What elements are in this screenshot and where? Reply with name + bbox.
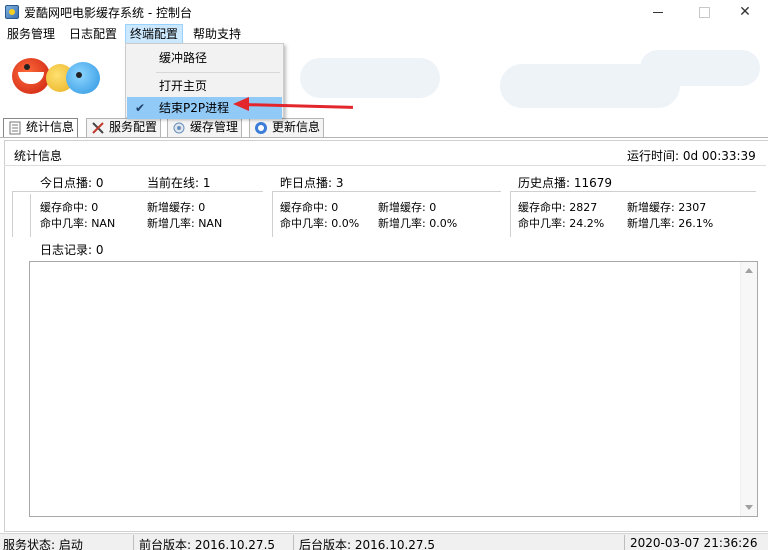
- log-scrollbar[interactable]: [740, 262, 757, 516]
- mascot-blue-icon: [66, 62, 100, 94]
- dropdown-separator: [156, 72, 280, 73]
- status-divider: [133, 535, 134, 550]
- online-count: 当前在线: 1: [147, 176, 211, 190]
- tab-update-info[interactable]: 更新信息: [249, 118, 325, 137]
- dropdown-item-open-homepage[interactable]: 打开主页: [127, 75, 282, 97]
- status-datetime: 2020-03-07 21:36:26: [630, 536, 758, 550]
- header-divider: [4, 165, 766, 166]
- today-new-cache: 新增缓存: 0: [147, 201, 206, 214]
- menu-help-support[interactable]: 帮助支持: [189, 24, 245, 44]
- today-new-rate: 新增几率: NAN: [147, 217, 223, 230]
- tab-label: 服务配置: [109, 120, 158, 134]
- banner: [0, 44, 768, 116]
- tools-icon: [92, 122, 104, 134]
- tab-divider: [0, 137, 768, 138]
- menu-bar: 服务管理 日志配置 终端配置 帮助支持: [0, 24, 768, 44]
- terminal-config-dropdown: 缓冲路径 打开主页 ✔ 结束P2P进程: [125, 43, 284, 119]
- menu-terminal-config[interactable]: 终端配置: [125, 24, 184, 44]
- yesterday-new-cache: 新增缓存: 0: [378, 201, 437, 214]
- app-icon: [5, 5, 19, 19]
- today-plays: 今日点播: 0: [40, 176, 104, 190]
- tab-label: 缓存管理: [190, 120, 239, 134]
- service-status: 服务状态: 启动: [3, 538, 83, 550]
- status-divider: [624, 535, 625, 550]
- status-divider: [293, 535, 294, 550]
- tab-service-config[interactable]: 服务配置: [86, 118, 162, 137]
- title-bar: 爱酷网吧电影缓存系统 - 控制台 ✕: [0, 0, 768, 24]
- dropdown-item-buffer-path[interactable]: 缓冲路径: [127, 47, 282, 69]
- dropdown-item-end-p2p[interactable]: ✔ 结束P2P进程: [127, 97, 282, 119]
- scroll-up-icon[interactable]: [745, 268, 753, 273]
- checkmark-icon: ✔: [135, 101, 146, 115]
- mascot-red-icon: [12, 58, 50, 94]
- history-plays: 历史点播: 11679: [518, 176, 613, 190]
- document-icon: [9, 121, 21, 135]
- history-new-cache: 新增缓存: 2307: [627, 201, 707, 214]
- yesterday-new-rate: 新增几率: 0.0%: [378, 217, 458, 230]
- yesterday-hit-rate: 命中几率: 0.0%: [280, 217, 360, 230]
- menu-service-management[interactable]: 服务管理: [3, 24, 59, 44]
- history-new-rate: 新增几率: 26.1%: [627, 217, 714, 230]
- tab-cache-management[interactable]: 缓存管理: [167, 118, 243, 137]
- banner-cloud: [640, 50, 760, 86]
- banner-cloud: [300, 58, 440, 98]
- annotation-arrow-icon: [233, 97, 249, 111]
- history-cache-hit: 缓存命中: 2827: [518, 201, 598, 214]
- tab-strip: 统计信息 服务配置 缓存管理 更新信息: [0, 118, 768, 138]
- runtime-label: 运行时间: 0d 00:33:39: [627, 149, 756, 163]
- minimize-button[interactable]: [636, 0, 682, 24]
- status-bar: 服务状态: 启动 前台版本: 2016.10.27.5 后台版本: 2016.1…: [0, 533, 768, 550]
- tab-label: 更新信息: [272, 120, 321, 134]
- panel-title: 统计信息: [14, 149, 63, 163]
- log-count-label: 日志记录: 0: [40, 243, 104, 257]
- menu-log-config[interactable]: 日志配置: [65, 24, 121, 44]
- frontend-version: 前台版本: 2016.10.27.5: [139, 538, 276, 550]
- tab-statistics[interactable]: 统计信息: [3, 118, 79, 138]
- log-textarea[interactable]: [29, 261, 758, 517]
- today-hit-rate: 命中几率: NAN: [40, 217, 116, 230]
- dropdown-item-label: 结束P2P进程: [159, 101, 230, 115]
- backend-version: 后台版本: 2016.10.27.5: [299, 538, 436, 550]
- tab-label: 统计信息: [26, 120, 75, 134]
- history-hit-rate: 命中几率: 24.2%: [518, 217, 605, 230]
- window-title: 爱酷网吧电影缓存系统 - 控制台: [24, 6, 192, 20]
- close-button[interactable]: ✕: [722, 0, 768, 24]
- cache-icon: [173, 122, 185, 134]
- update-icon: [255, 122, 267, 134]
- today-cache-hit: 缓存命中: 0: [40, 201, 99, 214]
- yesterday-cache-hit: 缓存命中: 0: [280, 201, 339, 214]
- scroll-down-icon[interactable]: [745, 505, 753, 510]
- yesterday-plays: 昨日点播: 3: [280, 176, 344, 190]
